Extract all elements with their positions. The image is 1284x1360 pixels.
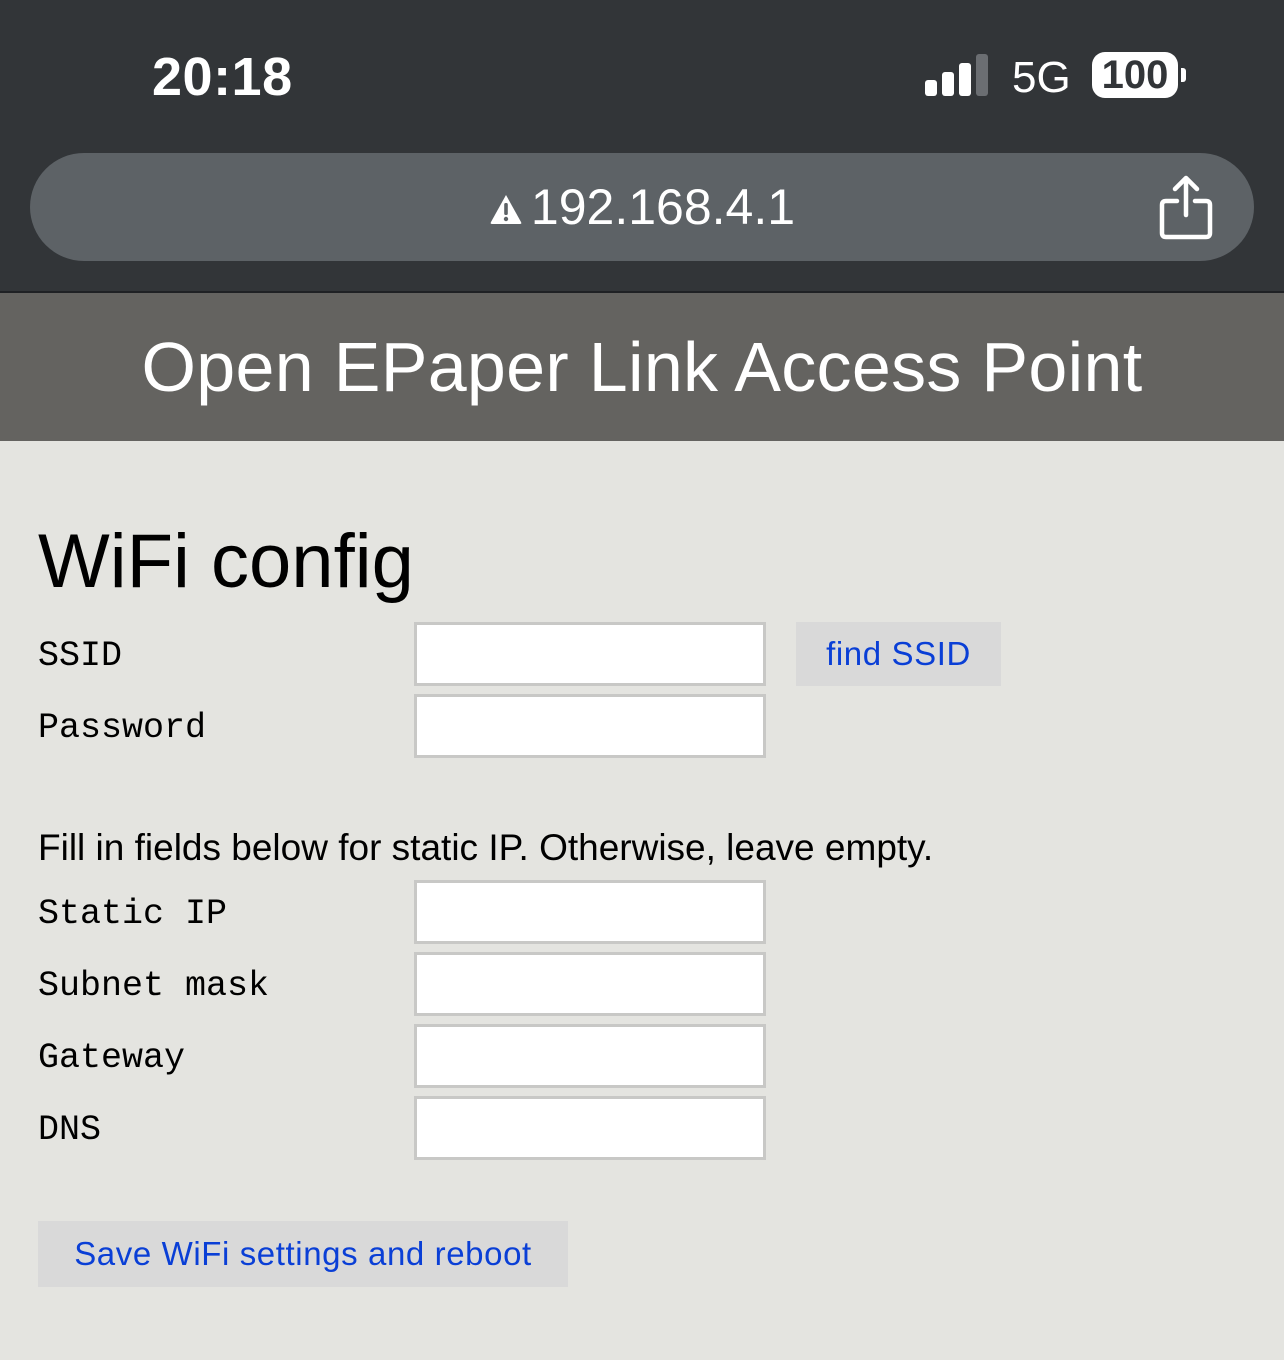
- static-ip-label: Static IP: [38, 894, 228, 934]
- subnet-mask-input[interactable]: [414, 952, 766, 1016]
- signal-bar: [942, 72, 954, 96]
- cellular-signal-icon: [925, 54, 991, 96]
- static-ip-note: Fill in fields below for static IP. Othe…: [38, 827, 934, 868]
- share-icon[interactable]: [1158, 175, 1214, 241]
- warning-icon: [490, 195, 522, 224]
- password-input[interactable]: [414, 694, 766, 758]
- ssid-input[interactable]: [414, 622, 766, 686]
- signal-bar: [925, 80, 937, 96]
- battery-tip: [1181, 68, 1186, 82]
- status-time: 20:18: [152, 47, 293, 107]
- gateway-label: Gateway: [38, 1038, 186, 1078]
- network-type: 5G: [1012, 53, 1071, 102]
- save-wifi-button[interactable]: Save WiFi settings and reboot: [38, 1221, 568, 1287]
- signal-bar: [976, 54, 988, 96]
- address-bar[interactable]: 192.168.4.1: [30, 153, 1254, 261]
- static-ip-input[interactable]: [414, 880, 766, 944]
- signal-bar: [959, 63, 971, 96]
- ssid-label: SSID: [38, 636, 123, 676]
- page-header: Open EPaper Link Access Point: [0, 293, 1284, 441]
- battery-icon: 100: [1092, 52, 1178, 98]
- find-ssid-button[interactable]: find SSID: [796, 622, 1001, 686]
- gateway-input[interactable]: [414, 1024, 766, 1088]
- url-text[interactable]: 192.168.4.1: [531, 177, 795, 237]
- page-title: Open EPaper Link Access Point: [141, 328, 1143, 406]
- dns-input[interactable]: [414, 1096, 766, 1160]
- section-title: WiFi config: [38, 519, 414, 604]
- browser-chrome: 20:18 5G 100 192.168.4.1: [0, 0, 1284, 291]
- password-label: Password: [38, 708, 207, 748]
- address-content[interactable]: 192.168.4.1: [30, 153, 1254, 261]
- dns-label: DNS: [38, 1110, 102, 1150]
- subnet-mask-label: Subnet mask: [38, 966, 270, 1006]
